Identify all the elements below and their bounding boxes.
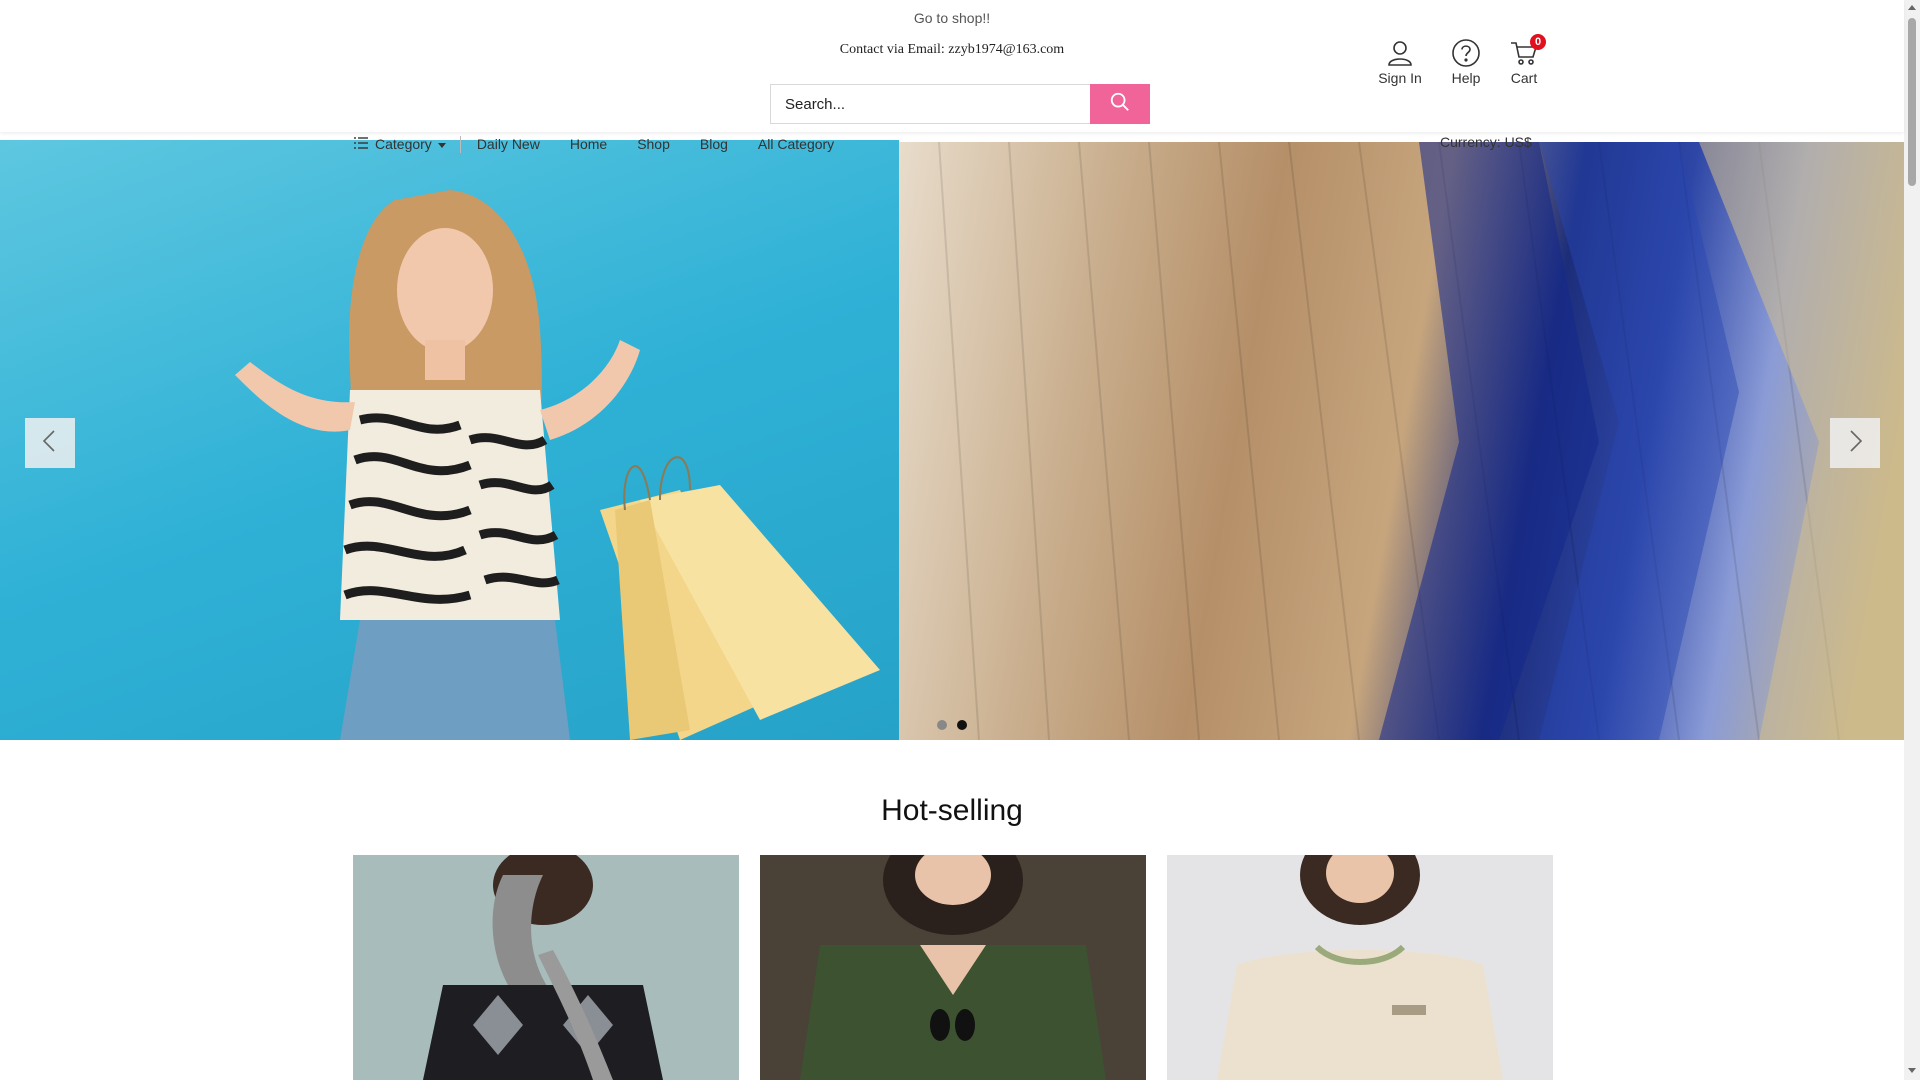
carousel-dot-2[interactable] xyxy=(957,720,967,730)
list-icon xyxy=(353,136,369,153)
search-button[interactable] xyxy=(1090,84,1150,124)
banner-prev-button[interactable] xyxy=(25,418,75,468)
product-image-green-shirt xyxy=(760,855,1146,1080)
vertical-scrollbar[interactable] xyxy=(1904,0,1920,1080)
cart-label: Cart xyxy=(1510,70,1538,86)
cart-button[interactable]: Cart 0 xyxy=(1494,34,1554,86)
currency-label: Currency: US$ xyxy=(1440,134,1532,150)
promo-text[interactable]: Go to shop!! xyxy=(0,10,1904,26)
product-image-argyle-sweater xyxy=(353,855,739,1080)
main-nav: Category Daily New Home Shop Blog All Ca… xyxy=(353,134,864,154)
banner-slide-knit-sweaters xyxy=(899,141,1904,740)
scroll-up-arrow-icon[interactable] xyxy=(1908,5,1916,10)
hero-banner-carousel xyxy=(0,140,1904,740)
help-icon xyxy=(1436,38,1496,68)
help-button[interactable]: Help xyxy=(1436,38,1496,86)
carousel-dots xyxy=(937,720,967,730)
product-card-3[interactable] xyxy=(1167,855,1553,1080)
nav-item-blog[interactable]: Blog xyxy=(700,136,728,152)
sign-in-label: Sign In xyxy=(1378,70,1422,86)
product-image-cream-top xyxy=(1167,855,1553,1080)
category-label: Category xyxy=(375,136,432,152)
hot-selling-title: Hot-selling xyxy=(881,794,1023,827)
nav-item-shop[interactable]: Shop xyxy=(637,136,670,152)
banner-next-button[interactable] xyxy=(1830,418,1880,468)
scrollbar-thumb[interactable] xyxy=(1908,18,1916,186)
product-card-1[interactable] xyxy=(353,855,739,1080)
search-icon xyxy=(1109,91,1131,118)
nav-item-home[interactable]: Home xyxy=(570,136,607,152)
scroll-down-arrow-icon[interactable] xyxy=(1908,1068,1916,1073)
chevron-right-icon xyxy=(1845,429,1865,458)
chevron-left-icon xyxy=(40,429,60,458)
search-box xyxy=(770,84,1150,124)
cart-count-badge: 0 xyxy=(1530,34,1546,50)
nav-item-all-category[interactable]: All Category xyxy=(758,136,834,152)
help-label: Help xyxy=(1451,70,1481,86)
search-input[interactable] xyxy=(771,85,1109,123)
user-icon xyxy=(1370,38,1430,68)
carousel-dot-1[interactable] xyxy=(937,720,947,730)
category-dropdown[interactable]: Category xyxy=(353,135,461,153)
currency-selector[interactable]: Currency: US$ xyxy=(1440,134,1532,150)
contact-email-text: Contact via Email: zzyb1974@163.com xyxy=(839,42,1065,57)
product-card-2[interactable] xyxy=(760,855,1146,1080)
nav-item-daily-new[interactable]: Daily New xyxy=(477,136,540,152)
caret-down-icon xyxy=(437,136,446,152)
banner-slide-shopping-woman xyxy=(0,140,899,740)
site-header: Go to shop!! Contact via Email: zzyb1974… xyxy=(0,0,1904,132)
sign-in-button[interactable]: Sign In xyxy=(1370,38,1430,86)
